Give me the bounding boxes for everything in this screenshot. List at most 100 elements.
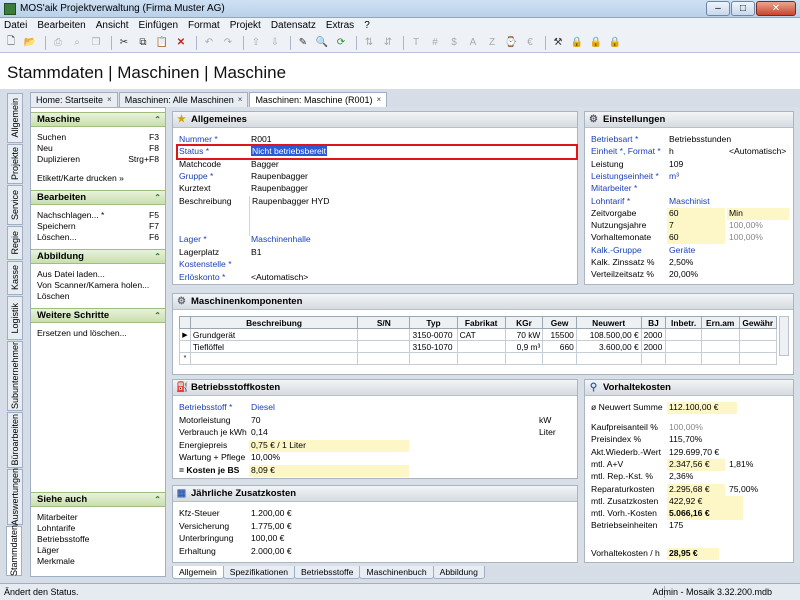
- z-format-icon[interactable]: Z: [484, 35, 500, 51]
- einst-value[interactable]: m³: [667, 171, 789, 183]
- column-header[interactable]: BJ: [640, 316, 667, 329]
- tab-allgemein[interactable]: Allgemein: [172, 566, 224, 579]
- vtab-projekte[interactable]: Projekte: [7, 144, 23, 184]
- column-header[interactable]: Gew: [542, 316, 577, 329]
- table-cell[interactable]: 660: [542, 340, 577, 353]
- zk-value[interactable]: 1.775,00 €: [249, 521, 409, 533]
- tab-maschinenbuch[interactable]: Maschinenbuch: [359, 566, 434, 579]
- lock-yellow-icon[interactable]: 🔒: [588, 35, 604, 51]
- table-cell[interactable]: 2000: [640, 328, 667, 341]
- search-icon[interactable]: 🔍: [314, 35, 330, 51]
- einst-value-2[interactable]: Min: [727, 207, 789, 220]
- vtab-service[interactable]: Service: [7, 185, 23, 225]
- minimize-button[interactable]: –: [706, 1, 730, 16]
- sidebar-header-siehe-auch[interactable]: Siehe auch ⌃: [31, 492, 165, 507]
- cut-icon[interactable]: ✂: [116, 35, 132, 51]
- copy-doc-icon[interactable]: ❐: [88, 35, 104, 51]
- table-cell[interactable]: 3150-0070: [409, 328, 458, 341]
- zk-value[interactable]: 100,00 €: [249, 533, 409, 545]
- tab-abbildung[interactable]: Abbildung: [432, 566, 485, 579]
- einst-value-2[interactable]: 100,00%: [727, 232, 789, 244]
- field-label-kostenstelle[interactable]: Kostenstelle *: [179, 259, 232, 270]
- close-button[interactable]: ✕: [756, 1, 796, 16]
- menu-ansicht[interactable]: Ansicht: [96, 20, 129, 31]
- maximize-button[interactable]: □: [731, 1, 755, 16]
- table-cell[interactable]: [409, 352, 458, 365]
- einst-label[interactable]: Leistungseinheit *: [591, 171, 659, 182]
- vtab-allgemein[interactable]: Allgemein: [7, 93, 23, 143]
- column-header[interactable]: S/N: [357, 316, 411, 329]
- table-cell[interactable]: [357, 352, 411, 365]
- table-cell[interactable]: [665, 352, 702, 365]
- sidebar-item-bild-loeschen[interactable]: Löschen: [31, 291, 165, 302]
- field-matchcode[interactable]: Bagger: [249, 159, 575, 171]
- field-kostenstelle[interactable]: [249, 259, 575, 271]
- menu-einfuegen[interactable]: Einfügen: [139, 20, 178, 31]
- table-cell[interactable]: [542, 352, 577, 365]
- move-down-icon[interactable]: ⇩: [267, 35, 283, 51]
- einst-value[interactable]: 60: [667, 232, 725, 245]
- bs-value[interactable]: 10,00%: [249, 452, 409, 464]
- einst-value[interactable]: Betriebsstunden: [667, 134, 789, 146]
- table-cell[interactable]: [700, 328, 740, 341]
- sidebar-item-laeger[interactable]: Läger: [31, 545, 165, 556]
- einst-label[interactable]: Lohntarif *: [591, 196, 630, 207]
- sidebar-header-weitere-schritte[interactable]: Weitere Schritte ⌃: [31, 308, 165, 323]
- vtab-auswertungen[interactable]: Auswertungen: [7, 468, 23, 526]
- table-row[interactable]: *: [179, 352, 778, 365]
- sidebar-item-mitarbeiter[interactable]: Mitarbeiter: [31, 512, 165, 523]
- tools-icon[interactable]: ⚒: [550, 35, 566, 51]
- refresh-icon[interactable]: ⟳: [333, 35, 349, 51]
- table-cell[interactable]: [665, 328, 702, 341]
- vk-value[interactable]: 100,00%: [667, 422, 743, 434]
- menu-help[interactable]: ?: [364, 20, 370, 31]
- sidebar-item-suchen[interactable]: Suchen F3: [31, 132, 165, 143]
- table-cell[interactable]: [738, 340, 778, 353]
- vk-value[interactable]: 5.066,16 €: [667, 508, 743, 521]
- einst-label[interactable]: Mitarbeiter *: [591, 183, 637, 194]
- menu-datei[interactable]: Datei: [4, 20, 27, 31]
- new-document-icon[interactable]: 🗋: [3, 35, 19, 51]
- field-gruppe[interactable]: Raupenbagger: [249, 171, 575, 183]
- column-header[interactable]: Inbetr.: [665, 316, 702, 329]
- lock-blue-icon[interactable]: 🔒: [569, 35, 585, 51]
- text-format-icon[interactable]: T: [408, 35, 424, 51]
- table-cell[interactable]: [456, 340, 506, 353]
- sidebar-item-speichern[interactable]: Speichern F7: [31, 221, 165, 232]
- bs-value[interactable]: 8,09 €: [249, 464, 409, 477]
- table-cell[interactable]: 3.600,00 €: [575, 340, 642, 353]
- field-lager[interactable]: Maschinenhalle: [249, 234, 575, 246]
- paste-icon[interactable]: 📋: [154, 35, 170, 51]
- vk-value[interactable]: 2,36%: [667, 471, 743, 483]
- sidebar-item-ersetzen-loeschen[interactable]: Ersetzen und löschen...: [31, 328, 165, 339]
- einst-value[interactable]: [667, 183, 789, 195]
- bs-value[interactable]: 0,14: [249, 427, 533, 439]
- sort-descending-icon[interactable]: ⇵: [380, 35, 396, 51]
- table-cell[interactable]: 70 kW: [504, 328, 544, 341]
- table-cell[interactable]: [640, 352, 667, 365]
- text-a-icon[interactable]: A: [465, 35, 481, 51]
- sidebar-item-loeschen[interactable]: Löschen... F6: [31, 232, 165, 243]
- table-cell[interactable]: [700, 340, 740, 353]
- undo-icon[interactable]: ↶: [201, 35, 217, 51]
- field-label-erloeskonto[interactable]: Erlöskonto *: [179, 272, 225, 283]
- vk-value[interactable]: 175: [667, 520, 743, 532]
- table-cell[interactable]: Grundgerät: [189, 328, 359, 341]
- field-label-lager[interactable]: Lager *: [179, 234, 207, 245]
- sidebar-item-merkmale[interactable]: Merkmale: [31, 556, 165, 567]
- column-header[interactable]: Neuwert: [575, 316, 642, 329]
- vk-value-2[interactable]: 1,81%: [727, 459, 777, 471]
- doc-tab-home[interactable]: Home: Startseite ×: [30, 92, 118, 107]
- einst-value[interactable]: 20,00%: [667, 269, 789, 281]
- field-label-gruppe[interactable]: Gruppe *: [179, 171, 213, 182]
- table-cell[interactable]: CAT: [456, 328, 506, 341]
- vk-value[interactable]: 129.699,70 €: [667, 447, 743, 459]
- vtab-regie[interactable]: Regie: [7, 226, 23, 260]
- date-format-icon[interactable]: ⌚: [503, 35, 519, 51]
- vk-value[interactable]: 2.295,68 €: [667, 483, 725, 496]
- table-cell[interactable]: [738, 352, 778, 365]
- field-lagerplatz[interactable]: B1: [249, 247, 575, 259]
- einst-value-2[interactable]: <Automatisch>: [727, 146, 789, 158]
- table-cell[interactable]: [357, 340, 411, 353]
- field-kurztext[interactable]: Raupenbagger: [249, 183, 575, 195]
